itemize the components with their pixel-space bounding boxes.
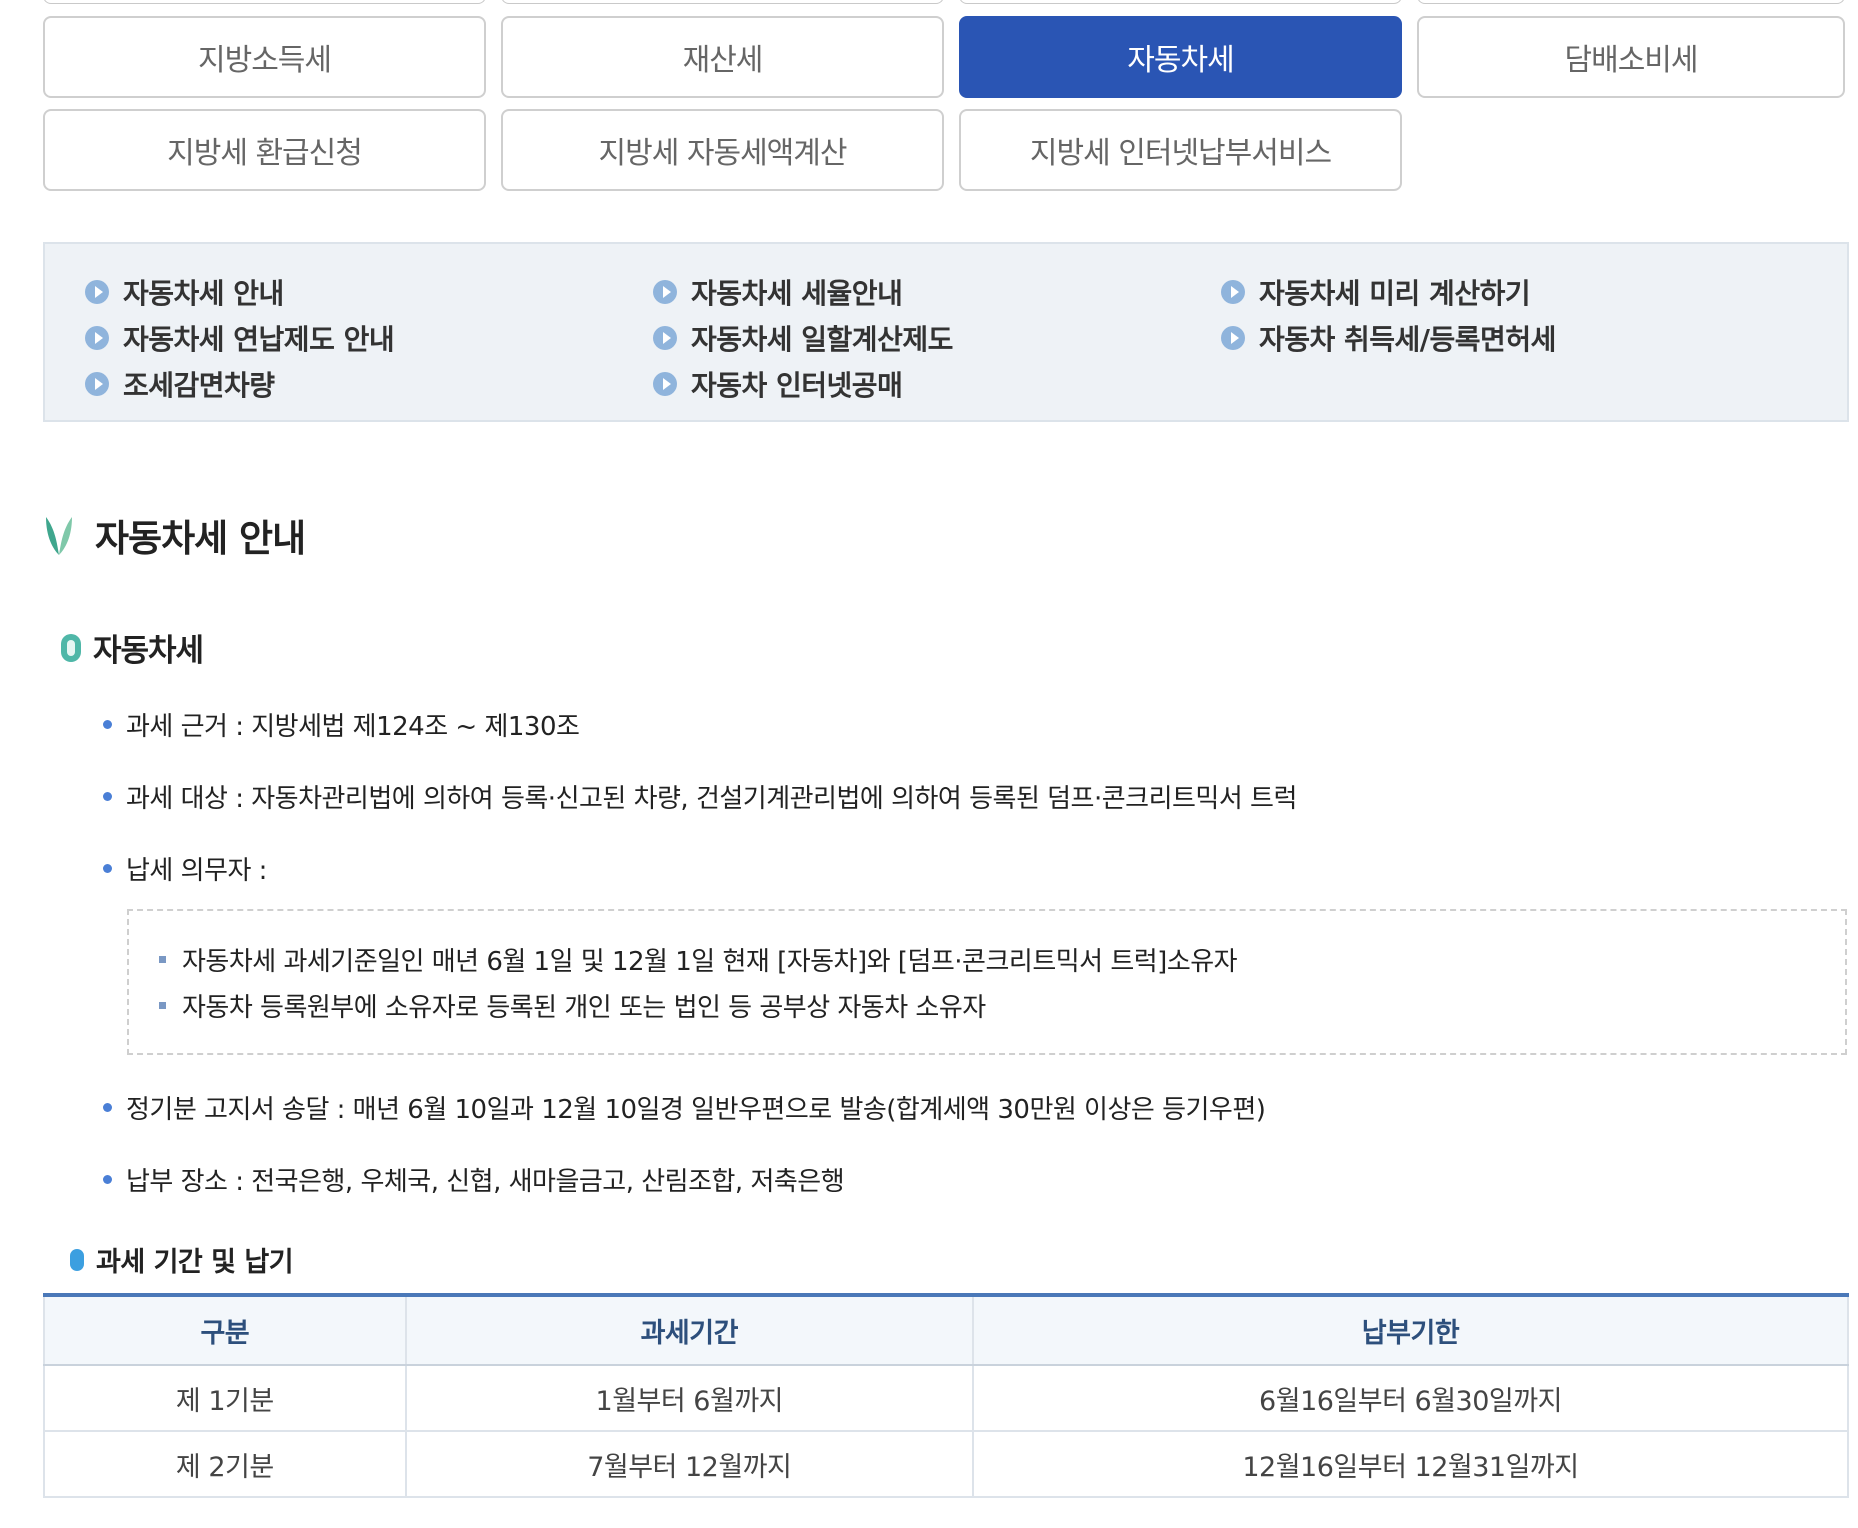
bullet-dot [103,1175,112,1184]
table-row: 제 2기분 7월부터 12월까지 12월16일부터 12월31일까지 [43,1431,1850,1498]
table-cell: 1월부터 6월까지 [404,1365,973,1432]
square-bullet [159,1002,166,1009]
column-header: 과세기간 [404,1293,973,1366]
schedule-title: 과세 기간 및 납기 [96,1247,294,1278]
taxpayer-item: 자동차 등록원부에 소유자로 등록된 개인 또는 법인 등 공부상 자동차 소유… [159,987,986,1024]
bullet-text: 납부 장소 : 전국은행, 우체국, 신협, 새마을금고, 산림조합, 저축은행 [126,1167,845,1197]
bullet-text: 과세 대상 : 자동차관리법에 의하여 등록·신고된 차량, 건설기계관리법에 … [126,784,1297,814]
bullet-dot [103,864,112,873]
sublink-acquisition-registration-tax[interactable]: 자동차 취득세/등록면허세 [1221,318,1556,358]
sublink-label: 자동차세 세율안내 [691,277,903,310]
tab-tobacco-tax[interactable]: 담배소비세 [1417,16,1845,98]
column-header: 구분 [43,1293,406,1366]
taxpayer-item-text: 자동차 등록원부에 소유자로 등록된 개인 또는 법인 등 공부상 자동차 소유… [182,993,986,1023]
bullet-payment-place: 납부 장소 : 전국은행, 우체국, 신협, 새마을금고, 산림조합, 저축은행 [103,1161,845,1198]
square-bullet [159,956,166,963]
taxpayer-detail-box: 자동차세 과세기준일인 매년 6월 1일 및 12월 1일 현재 [자동차]와 … [127,909,1847,1055]
sublink-label: 조세감면차량 [123,369,275,402]
table-header-row: 구분 과세기간 납부기한 [43,1293,1850,1366]
arrow-circle-icon [85,280,109,304]
bullet-tax-target: 과세 대상 : 자동차관리법에 의하여 등록·신고된 차량, 건설기계관리법에 … [103,778,1297,815]
bullet-taxpayer: 납세 의무자 : [103,850,267,887]
table-cell: 6월16일부터 6월30일까지 [971,1365,1850,1432]
tab-stub-3 [959,0,1402,4]
arrow-circle-icon [1221,326,1245,350]
bullet-dot [103,720,112,729]
table-cell: 7월부터 12월까지 [404,1431,973,1498]
arrow-circle-icon [653,280,677,304]
taxpayer-item-text: 자동차세 과세기준일인 매년 6월 1일 및 12월 1일 현재 [자동차]와 … [182,947,1238,977]
sublink-tax-rate[interactable]: 자동차세 세율안내 [653,272,903,312]
tab-stub-1 [43,0,486,4]
sublink-label: 자동차 인터넷공매 [691,369,903,402]
schedule-heading: 과세 기간 및 납기 [70,1240,294,1279]
sublink-daily-proration[interactable]: 자동차세 일할계산제도 [653,318,953,358]
leaf-icon [46,517,72,555]
tab-stub-4 [1417,0,1845,4]
table-cell: 제 2기분 [43,1431,406,1498]
arrow-circle-icon [85,326,109,350]
sublink-label: 자동차세 미리 계산하기 [1259,277,1531,310]
tab-internet-payment[interactable]: 지방세 인터넷납부서비스 [959,109,1402,191]
sublink-tax-reduced-vehicles[interactable]: 조세감면차량 [85,364,275,404]
subsection-heading: 자동차세 [61,625,204,670]
sublink-label: 자동차세 일할계산제도 [691,323,953,356]
table-cell: 제 1기분 [43,1365,406,1432]
tab-property-tax[interactable]: 재산세 [501,16,944,98]
arrow-circle-icon [653,326,677,350]
bullet-text: 납세 의무자 : [126,856,267,886]
section-heading: 자동차세 안내 [43,508,306,562]
vehicle-tax-sublinks: 자동차세 안내 자동차세 연납제도 안내 조세감면차량 자동차세 세율안내 자동… [43,242,1849,422]
subsection-title: 자동차세 [93,633,204,669]
sublink-annual-payment[interactable]: 자동차세 연납제도 안내 [85,318,395,358]
sublink-label: 자동차 취득세/등록면허세 [1259,323,1556,356]
bullet-tax-basis: 과세 근거 : 지방세법 제124조 ~ 제130조 [103,706,580,743]
tax-period-table: 구분 과세기간 납부기한 제 1기분 1월부터 6월까지 6월16일부터 6월3… [43,1293,1850,1498]
table-row: 제 1기분 1월부터 6월까지 6월16일부터 6월30일까지 [43,1365,1850,1432]
bullet-notice-delivery: 정기분 고지서 송달 : 매년 6월 10일과 12월 10일경 일반우편으로 … [103,1089,1266,1126]
bullet-dot [103,1103,112,1112]
column-header: 납부기한 [971,1293,1850,1366]
tab-stub-2 [501,0,944,4]
arrow-circle-icon [85,372,109,396]
sublink-internet-auction[interactable]: 자동차 인터넷공매 [653,364,903,404]
tab-local-tax-refund[interactable]: 지방세 환급신청 [43,109,486,191]
bullet-dot [103,792,112,801]
table-cell: 12월16일부터 12월31일까지 [971,1431,1850,1498]
pill-icon [70,1248,84,1271]
sublink-vehicle-tax-guide[interactable]: 자동차세 안내 [85,272,284,312]
bullet-text: 정기분 고지서 송달 : 매년 6월 10일과 12월 10일경 일반우편으로 … [126,1095,1266,1125]
tab-vehicle-tax[interactable]: 자동차세 [959,16,1402,98]
bullet-text: 과세 근거 : 지방세법 제124조 ~ 제130조 [126,712,580,742]
pill-icon [61,633,81,662]
arrow-circle-icon [1221,280,1245,304]
sublink-pre-calculation[interactable]: 자동차세 미리 계산하기 [1221,272,1531,312]
arrow-circle-icon [653,372,677,396]
page-title: 자동차세 안내 [95,517,306,560]
tab-auto-tax-calculation[interactable]: 지방세 자동세액계산 [501,109,944,191]
sublink-label: 자동차세 안내 [123,277,284,310]
taxpayer-item: 자동차세 과세기준일인 매년 6월 1일 및 12월 1일 현재 [자동차]와 … [159,941,1238,978]
tab-local-income-tax[interactable]: 지방소득세 [43,16,486,98]
sublink-label: 자동차세 연납제도 안내 [123,323,395,356]
